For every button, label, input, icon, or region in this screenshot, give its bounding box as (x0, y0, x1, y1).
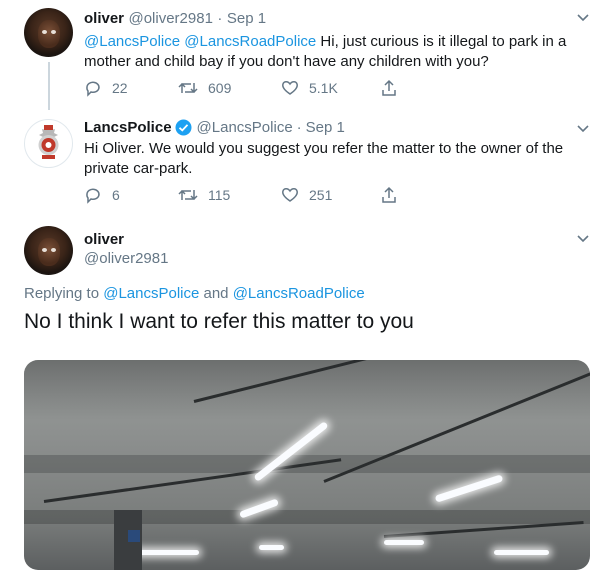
tweet-3-text: No I think I want to refer this matter t… (24, 310, 414, 333)
mention-lancsroadpolice[interactable]: @LancsRoadPolice (184, 33, 316, 50)
replying-and: and (203, 285, 229, 302)
like-icon (282, 81, 298, 95)
reply-count: 6 (112, 187, 120, 203)
tweet-media-image[interactable] (24, 360, 590, 570)
like-icon (282, 188, 298, 202)
avatar-eye-right (51, 30, 56, 34)
retweet-icon (178, 82, 198, 94)
tweet-date[interactable]: Sep 1 (306, 119, 345, 136)
retweet-count: 609 (208, 80, 232, 96)
reply-button[interactable]: 22 (84, 79, 128, 97)
tweet-1-text-line-2: mother and child bay if you don't have a… (84, 53, 489, 70)
share-button[interactable] (380, 79, 408, 97)
police-crest-icon (38, 125, 59, 159)
verified-icon (175, 119, 192, 136)
ceiling-light (434, 474, 504, 503)
separator: · (217, 10, 223, 27)
avatar-oliver[interactable] (24, 8, 73, 57)
tweet-date[interactable]: Sep 1 (227, 10, 266, 27)
ceiling-beam (24, 510, 590, 524)
reply-icon (86, 188, 100, 204)
author-name[interactable]: oliver (84, 231, 124, 248)
reply-icon (86, 81, 100, 97)
reply-button[interactable]: 6 (84, 186, 120, 204)
like-button[interactable]: 251 (281, 186, 332, 204)
retweet-button[interactable]: 609 (178, 79, 231, 97)
like-count: 5.1K (309, 80, 338, 96)
retweet-button[interactable]: 115 (178, 186, 230, 204)
avatar-oliver[interactable] (24, 226, 73, 275)
ceiling-light (384, 540, 424, 545)
tweet-1-header: oliver @oliver2981 · Sep 1 (84, 10, 266, 28)
author-handle[interactable]: @oliver2981 (84, 250, 168, 267)
avatar-face (38, 20, 60, 48)
ceiling-shadow (24, 360, 590, 420)
author-handle[interactable]: @LancsPolice (197, 119, 293, 136)
separator: · (296, 119, 302, 136)
like-button[interactable]: 5.1K (281, 79, 338, 97)
avatar-eye-right (51, 248, 56, 252)
ceiling-light (494, 550, 549, 555)
tweet-1-line-1: @LancsPolice @LancsRoadPolice Hi, just c… (84, 32, 584, 52)
tweet-2-header: LancsPolice @LancsPolice · Sep 1 (84, 119, 345, 136)
tweet-2-actions: 6 115 251 (84, 186, 504, 206)
mention-lancsroadpolice[interactable]: @LancsRoadPolice (233, 285, 365, 302)
share-button[interactable] (380, 186, 408, 204)
author-name[interactable]: LancsPolice (84, 119, 172, 136)
tweet-1-actions: 22 609 5.1K (84, 79, 504, 99)
retweet-count: 115 (208, 187, 231, 203)
thread-line (48, 62, 50, 110)
mention-lancspolice[interactable]: @LancsPolice (84, 33, 180, 50)
like-count: 251 (309, 187, 333, 203)
share-icon (382, 186, 396, 203)
mention-lancspolice[interactable]: @LancsPolice (103, 285, 199, 302)
replying-prefix: Replying to (24, 285, 100, 302)
share-icon (382, 79, 396, 96)
avatar-face (38, 238, 60, 266)
reply-count: 22 (112, 80, 128, 96)
tweet-1-text-line-1: Hi, just curious is it illegal to park i… (320, 33, 567, 50)
tweet-2-text-line-2: private car-park. (84, 160, 193, 177)
chevron-down-icon[interactable] (576, 231, 590, 250)
tweet-2-text: Hi Oliver. We would you suggest you refe… (84, 139, 584, 179)
chevron-down-icon[interactable] (576, 121, 590, 140)
author-handle[interactable]: @oliver2981 (128, 10, 212, 27)
author-name[interactable]: oliver (84, 10, 124, 27)
tweet-2-text-line-1: Hi Oliver. We would you suggest you refe… (84, 140, 564, 157)
avatar-eye-left (42, 30, 47, 34)
replying-to: Replying to @LancsPolice and @LancsRoadP… (24, 285, 365, 302)
retweet-icon (178, 189, 198, 201)
avatar-lancspolice[interactable] (24, 119, 73, 168)
sign-panel (128, 530, 140, 542)
ceiling-light (259, 545, 284, 550)
tweet-1-text: @LancsPolice @LancsRoadPolice Hi, just c… (84, 32, 584, 72)
avatar-eye-left (42, 248, 47, 252)
chevron-down-icon[interactable] (576, 10, 590, 29)
